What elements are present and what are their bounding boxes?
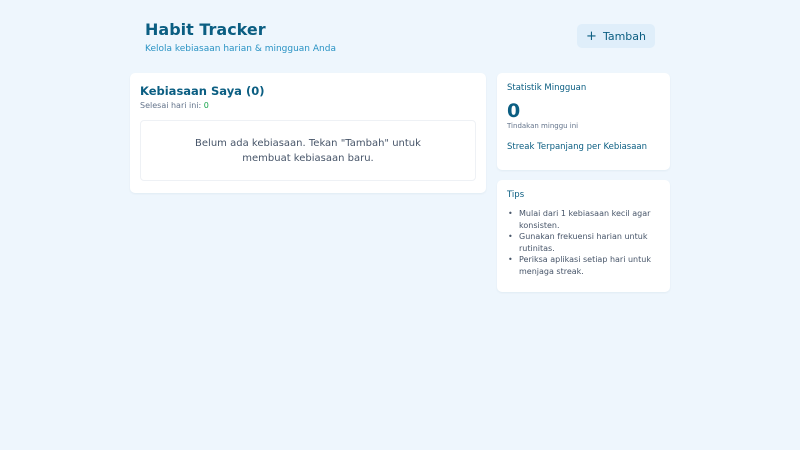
weekly-actions-label: Tindakan minggu ini: [507, 122, 579, 130]
plus-icon: +: [586, 28, 597, 44]
tip-item: • Periksa aplikasi setiap hari untuk menj…: [507, 254, 660, 277]
tips-list: • Mulai dari 1 kebiasaan kecil agar konsi…: [507, 208, 660, 277]
habits-card: Kebiasaan Saya (0) Selesai hari ini: 0 B…: [130, 73, 486, 193]
tip-text: Mulai dari 1 kebiasaan kecil agar konsis…: [519, 209, 651, 230]
tip-text: Periksa aplikasi setiap hari untuk menja…: [519, 255, 651, 276]
habits-heading: Kebiasaan Saya (0): [140, 84, 265, 98]
tip-text: Gunakan frekuensi harian untuk rutinitas…: [519, 232, 648, 253]
tips-title: Tips: [507, 190, 525, 200]
done-today-label: Selesai hari ini:: [140, 101, 204, 110]
empty-state-message: Belum ada kebiasaan. Tekan "Tambah" untu…: [195, 137, 421, 164]
page-header: Habit Tracker Kelola kebiasaan harian & …: [145, 20, 655, 60]
longest-streak-link[interactable]: Streak Terpanjang per Kebiasaan: [507, 142, 660, 153]
bullet-icon: •: [508, 255, 513, 264]
done-today-text: Selesai hari ini: 0: [140, 101, 476, 111]
add-habit-button[interactable]: + Tambah: [577, 24, 655, 48]
tip-item: • Gunakan frekuensi harian untuk rutinita…: [507, 231, 660, 254]
weekly-actions-count: 0: [507, 100, 521, 122]
bullet-icon: •: [508, 232, 513, 241]
weekly-stats-card: Statistik Mingguan 0 Tindakan minggu ini…: [497, 73, 670, 170]
tips-card: Tips • Mulai dari 1 kebiasaan kecil agar …: [497, 180, 670, 292]
add-habit-label: Tambah: [602, 29, 646, 43]
empty-state: Belum ada kebiasaan. Tekan "Tambah" untu…: [140, 120, 476, 181]
done-today-count: 0: [203, 101, 209, 110]
habit-tracker-page: Habit Tracker Kelola kebiasaan harian & …: [0, 0, 800, 450]
stats-title: Statistik Mingguan: [507, 83, 587, 93]
tip-item: • Mulai dari 1 kebiasaan kecil agar konsi…: [507, 208, 660, 231]
bullet-icon: •: [508, 209, 513, 218]
